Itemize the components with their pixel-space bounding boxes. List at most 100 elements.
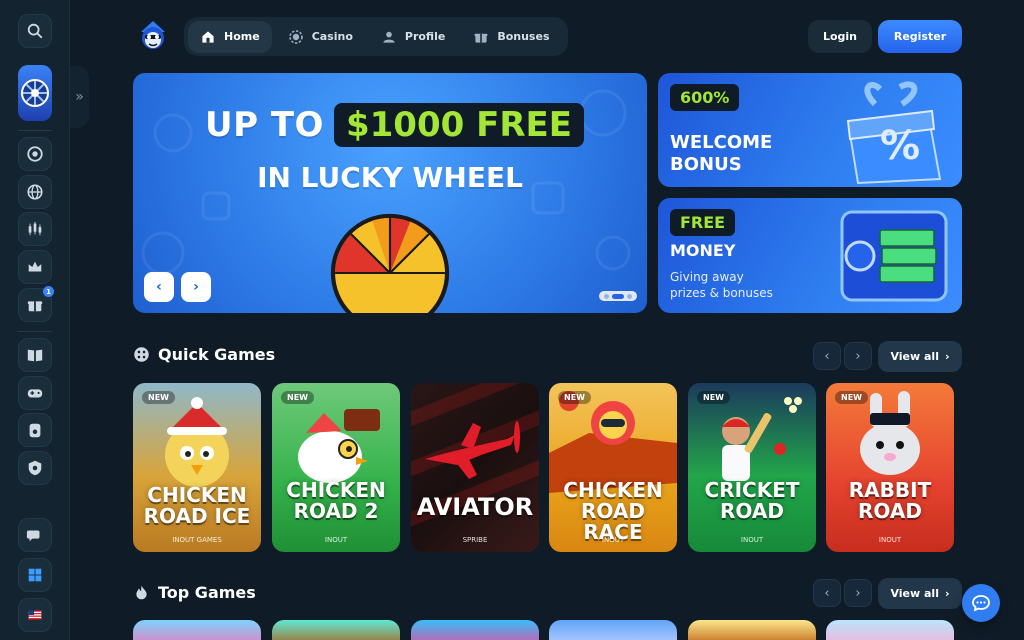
top-games-title: Top Games	[158, 583, 256, 602]
nav-casino-label: Casino	[311, 30, 353, 43]
pagination-dot[interactable]	[627, 293, 632, 299]
notification-badge: 1	[43, 286, 54, 297]
nav-bonuses[interactable]: Bonuses	[461, 21, 561, 53]
chat-bubbles-icon	[26, 530, 40, 542]
sidebar-expand-button[interactable]: »	[70, 66, 89, 128]
sidebar-rules-button[interactable]	[18, 338, 52, 372]
game-title: CHICKEN ROAD 2	[272, 480, 400, 522]
sidebar-sports-button[interactable]	[18, 175, 52, 209]
double-chevron-right-icon: »	[75, 89, 84, 105]
gift-box-percent-illustration: %	[846, 81, 942, 185]
game-card-chicken-road-2[interactable]: NEW CHICKEN ROAD 2 INOUT	[272, 383, 400, 552]
sidebar-support-button[interactable]	[18, 518, 52, 552]
quick-games-view-all-button[interactable]: View all ›	[878, 341, 962, 372]
sidebar-trading-button[interactable]	[18, 212, 52, 246]
game-title: CHICKEN ROAD ICE	[133, 485, 261, 527]
welcome-bonus-percent: 600%	[670, 84, 740, 111]
sidebar-games-button[interactable]	[18, 376, 52, 410]
new-badge: NEW	[142, 391, 175, 404]
new-badge: NEW	[697, 391, 730, 404]
quick-games-prev-button[interactable]: ‹	[813, 342, 841, 370]
welcome-bonus-promo[interactable]: 600% WELCOME BONUS %	[658, 73, 962, 187]
game-card-chicken-road-ice[interactable]: NEW CHICKEN ROAD ICE INOUT GAMES	[133, 383, 261, 552]
top-game-card[interactable]	[549, 620, 677, 640]
game-title: AVIATOR	[411, 493, 539, 521]
main-nav: Home Casino Profile Bonuses	[184, 17, 568, 56]
top-game-card[interactable]	[272, 620, 400, 640]
game-provider: INOUT	[878, 536, 902, 544]
top-games-prev-button[interactable]: ‹	[813, 579, 841, 607]
hero-pagination[interactable]	[599, 291, 637, 301]
login-button[interactable]: Login	[808, 20, 872, 53]
nav-home-label: Home	[224, 30, 260, 43]
game-card-chicken-road-race[interactable]: NEW CHICKEN ROAD RACE INOUT	[549, 383, 677, 552]
pagination-dot-active[interactable]	[612, 293, 624, 299]
game-title-line1: CHICKEN	[147, 483, 247, 507]
search-button[interactable]	[18, 14, 52, 48]
rabbit-art	[860, 391, 920, 475]
lucky-wheel-illustration	[330, 213, 450, 313]
user-icon	[383, 31, 395, 43]
nav-profile-label: Profile	[404, 30, 446, 43]
game-title-line1: AVIATOR	[416, 493, 534, 521]
sidebar-vip-button[interactable]	[18, 250, 52, 284]
game-title-line1: CHICKEN	[286, 478, 386, 502]
site-logo[interactable]	[135, 18, 171, 54]
sidebar-security-button[interactable]	[18, 451, 52, 485]
game-title: CRICKET ROAD	[688, 480, 816, 522]
top-game-card[interactable]	[411, 620, 539, 640]
nav-profile[interactable]: Profile	[369, 21, 457, 53]
sidebar-language-button[interactable]	[18, 598, 52, 632]
top-game-card[interactable]	[688, 620, 816, 640]
sidebar-windows-app-button[interactable]	[18, 558, 52, 592]
casino-chip-icon	[288, 29, 303, 44]
sidebar-lucky-wheel-promo[interactable]	[18, 65, 52, 121]
free-money-subtitle-line1: Giving away	[670, 270, 744, 284]
game-card-rabbit-road[interactable]: NEW RABBIT ROAD INOUT	[826, 383, 954, 552]
top-games-next-button[interactable]: ›	[844, 579, 872, 607]
nav-home[interactable]: Home	[188, 20, 272, 53]
book-icon	[27, 349, 43, 362]
nav-casino[interactable]: Casino	[276, 21, 365, 53]
register-button[interactable]: Register	[878, 20, 962, 53]
game-provider: INOUT	[601, 536, 625, 544]
candlestick-chart-icon	[28, 221, 42, 236]
free-money-title: MONEY	[670, 241, 736, 260]
top-game-card[interactable]	[133, 620, 261, 640]
hero-prev-button[interactable]: ‹	[144, 272, 174, 302]
gift-icon	[27, 301, 43, 312]
game-title-line2: ROAD	[858, 499, 922, 523]
hero-next-button[interactable]: ›	[181, 272, 211, 302]
pagination-dot[interactable]	[604, 293, 609, 299]
sidebar-wallet-button[interactable]	[18, 413, 52, 447]
welcome-bonus-title-line1: WELCOME	[670, 132, 773, 153]
chevron-right-icon: ›	[944, 350, 950, 363]
quick-games-heading: Quick Games	[133, 345, 275, 364]
game-card-aviator[interactable]: AVIATOR SPRIBE	[411, 383, 539, 552]
top-games-view-all-button[interactable]: View all ›	[878, 578, 962, 609]
chat-icon	[972, 595, 990, 612]
welcome-bonus-title-line2: BONUS	[670, 154, 742, 175]
chevron-right-icon: ›	[855, 348, 861, 364]
aviator-plane-art	[411, 383, 539, 527]
chevron-right-icon: ›	[855, 585, 861, 601]
live-chat-button[interactable]	[962, 584, 1000, 622]
globe-icon	[27, 184, 43, 200]
free-money-promo[interactable]: FREE MONEY Giving away prizes & bonuses	[658, 198, 962, 313]
hero-banner[interactable]: UP TO $1000 FREE IN LUCKY WHEEL ‹ ›	[133, 73, 647, 313]
sidebar: 1	[0, 0, 70, 640]
game-provider: INOUT	[740, 536, 764, 544]
wheel-icon	[21, 79, 49, 107]
shield-icon	[28, 460, 42, 476]
top-games-heading: Top Games	[133, 583, 256, 602]
dice-icon	[134, 347, 149, 362]
sidebar-casino-button[interactable]	[18, 137, 52, 171]
free-money-subtitle: Giving away prizes & bonuses	[670, 269, 773, 301]
quick-games-next-button[interactable]: ›	[844, 342, 872, 370]
top-game-card[interactable]	[826, 620, 954, 640]
chicken-road-2-art	[298, 409, 380, 483]
sidebar-gifts-button[interactable]: 1	[18, 286, 54, 322]
game-card-cricket-road[interactable]: NEW CRICKET ROAD INOUT	[688, 383, 816, 552]
game-title: CHICKEN ROAD RACE	[549, 480, 677, 543]
search-icon	[27, 23, 43, 39]
